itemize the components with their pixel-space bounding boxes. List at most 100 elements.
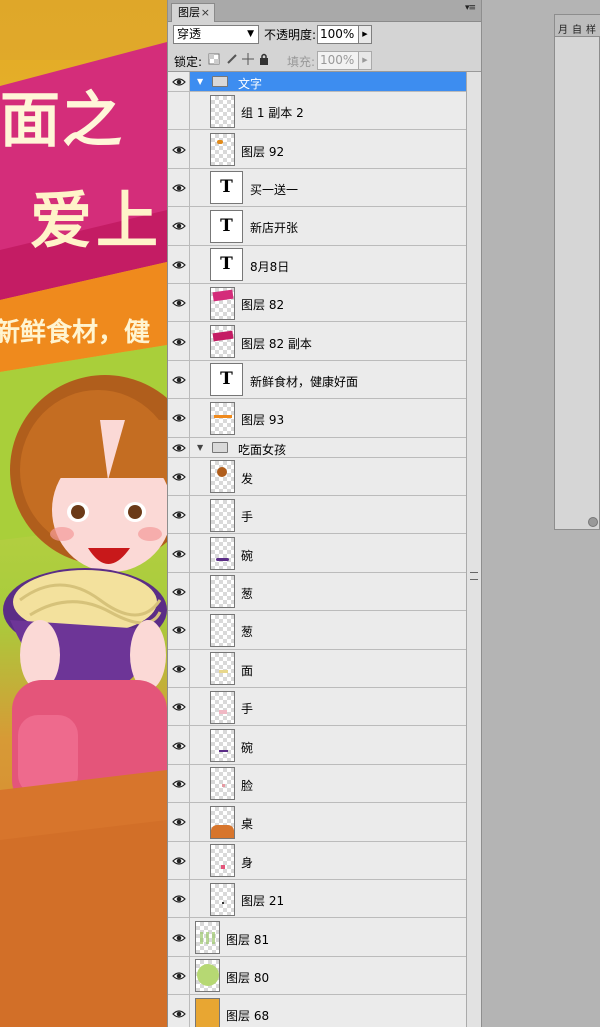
layer-thumbnail[interactable]	[210, 133, 235, 167]
layer-row[interactable]: 葱	[168, 611, 466, 650]
layer-group-row[interactable]: ▼ 吃面女孩	[168, 437, 466, 458]
layer-name: 图层 82 副本	[241, 336, 312, 351]
layer-thumbnail[interactable]	[210, 460, 235, 494]
layer-row[interactable]: 组 1 副本 2	[168, 92, 466, 131]
lock-all-icon[interactable]	[258, 53, 270, 65]
layer-row[interactable]: 图层 81	[168, 918, 466, 957]
layer-thumbnail[interactable]	[210, 325, 235, 359]
layer-row[interactable]: 图层 80	[168, 956, 466, 996]
layer-row[interactable]: T 新鲜食材，健康好面	[168, 360, 466, 400]
visibility-toggle[interactable]	[168, 207, 190, 245]
layer-row[interactable]: 图层 92	[168, 130, 466, 169]
visibility-toggle[interactable]	[168, 880, 190, 918]
layer-row[interactable]: 手	[168, 688, 466, 727]
layer-thumbnail[interactable]	[210, 575, 235, 609]
layer-row[interactable]: 桌	[168, 803, 466, 842]
layer-row[interactable]: 葱	[168, 572, 466, 612]
visibility-toggle[interactable]	[168, 322, 190, 360]
visibility-toggle[interactable]	[168, 399, 190, 437]
visibility-toggle[interactable]	[168, 611, 190, 649]
layer-thumbnail[interactable]	[210, 94, 235, 128]
scrollbar-grip[interactable]	[470, 572, 478, 580]
visibility-toggle[interactable]	[168, 534, 190, 572]
layer-group-row[interactable]: ▼ 文字	[168, 72, 466, 92]
layer-row[interactable]: 脸	[168, 764, 466, 804]
layer-thumbnail[interactable]	[210, 652, 235, 686]
layer-thumbnail[interactable]	[210, 882, 235, 916]
layer-thumbnail[interactable]	[210, 767, 235, 801]
layer-name: 吃面女孩	[238, 442, 287, 457]
lock-transparent-icon[interactable]	[208, 53, 220, 65]
layer-thumbnail[interactable]	[210, 690, 235, 724]
visibility-toggle[interactable]	[168, 360, 190, 399]
visibility-toggle[interactable]	[168, 245, 190, 283]
layer-row[interactable]: T 新店开张	[168, 207, 466, 246]
layer-thumbnail[interactable]	[210, 805, 235, 839]
layer-thumbnail[interactable]	[195, 921, 220, 955]
fill-slider-toggle-icon[interactable]: ▶	[358, 51, 372, 70]
layer-row[interactable]: 身	[168, 841, 466, 880]
layer-thumbnail[interactable]	[195, 959, 220, 993]
layer-row[interactable]: 图层 82	[168, 284, 466, 323]
visibility-toggle[interactable]	[168, 841, 190, 879]
layer-row[interactable]: 碗	[168, 726, 466, 765]
visibility-toggle[interactable]	[168, 284, 190, 322]
visibility-toggle[interactable]	[168, 688, 190, 726]
visibility-toggle[interactable]	[168, 572, 190, 611]
visibility-toggle[interactable]	[168, 726, 190, 764]
layer-row[interactable]: 图层 93	[168, 399, 466, 438]
visibility-toggle[interactable]	[168, 168, 190, 207]
link-column	[191, 169, 207, 206]
panel-resize-knob[interactable]	[588, 517, 598, 527]
layer-row[interactable]: 图层 68	[168, 995, 466, 1027]
text-layer-icon[interactable]: T	[210, 171, 243, 205]
lock-paint-brush-icon[interactable]	[226, 53, 238, 65]
layer-thumbnail[interactable]	[210, 286, 235, 320]
blend-mode-select[interactable]: 穿透 ▼	[173, 25, 259, 44]
visibility-toggle[interactable]	[168, 130, 190, 168]
text-layer-icon[interactable]: T	[210, 209, 243, 243]
lock-move-icon[interactable]	[242, 53, 254, 65]
text-layer-icon[interactable]: T	[210, 363, 243, 397]
layer-thumbnail[interactable]	[195, 997, 220, 1027]
visibility-toggle[interactable]	[168, 803, 190, 841]
collapsed-tab-1[interactable]: 月	[558, 21, 568, 36]
layer-row[interactable]: T 买一送一	[168, 168, 466, 208]
visibility-toggle[interactable]	[168, 995, 190, 1027]
visibility-toggle[interactable]	[168, 457, 190, 495]
layer-thumbnail[interactable]	[210, 729, 235, 763]
visibility-toggle[interactable]	[168, 496, 190, 534]
layer-thumbnail[interactable]	[210, 844, 235, 878]
visibility-toggle[interactable]	[168, 764, 190, 803]
close-icon[interactable]: ×	[201, 4, 210, 21]
visibility-toggle[interactable]	[168, 956, 190, 995]
expand-triangle-icon[interactable]: ▼	[197, 443, 203, 452]
visibility-toggle[interactable]	[168, 92, 190, 130]
text-layer-icon[interactable]: T	[210, 248, 243, 282]
collapsed-tab-3[interactable]: 样	[586, 21, 596, 36]
layers-scrollbar[interactable]	[466, 72, 481, 1027]
expand-triangle-icon[interactable]: ▼	[197, 77, 203, 86]
tab-layers[interactable]: 图层 ×	[171, 3, 215, 22]
visibility-toggle[interactable]	[168, 72, 190, 91]
visibility-toggle[interactable]	[168, 437, 190, 457]
collapsed-tab-2[interactable]: 自	[572, 21, 582, 36]
visibility-toggle[interactable]	[168, 918, 190, 956]
visibility-toggle[interactable]	[168, 649, 190, 687]
opacity-slider-toggle-icon[interactable]: ▶	[358, 25, 372, 44]
layer-thumbnail[interactable]	[210, 498, 235, 532]
panel-menu-icon[interactable]: ▾≡	[465, 4, 476, 13]
layer-thumbnail[interactable]	[210, 613, 235, 647]
layer-thumbnail[interactable]	[210, 537, 235, 571]
layer-thumbnail[interactable]	[210, 401, 235, 435]
fill-input[interactable]: 100%	[317, 51, 359, 70]
layer-row[interactable]: 面	[168, 649, 466, 688]
layer-row[interactable]: 碗	[168, 534, 466, 573]
layer-row[interactable]: 图层 21	[168, 880, 466, 919]
layer-row[interactable]: 发	[168, 457, 466, 496]
opacity-input[interactable]: 100%	[317, 25, 359, 44]
document-canvas[interactable]: 面之 爱上 新鲜食材，健	[0, 0, 167, 1027]
layer-row[interactable]: 手	[168, 496, 466, 535]
layer-row[interactable]: 图层 82 副本	[168, 322, 466, 361]
layer-row[interactable]: T 8月8日	[168, 245, 466, 284]
